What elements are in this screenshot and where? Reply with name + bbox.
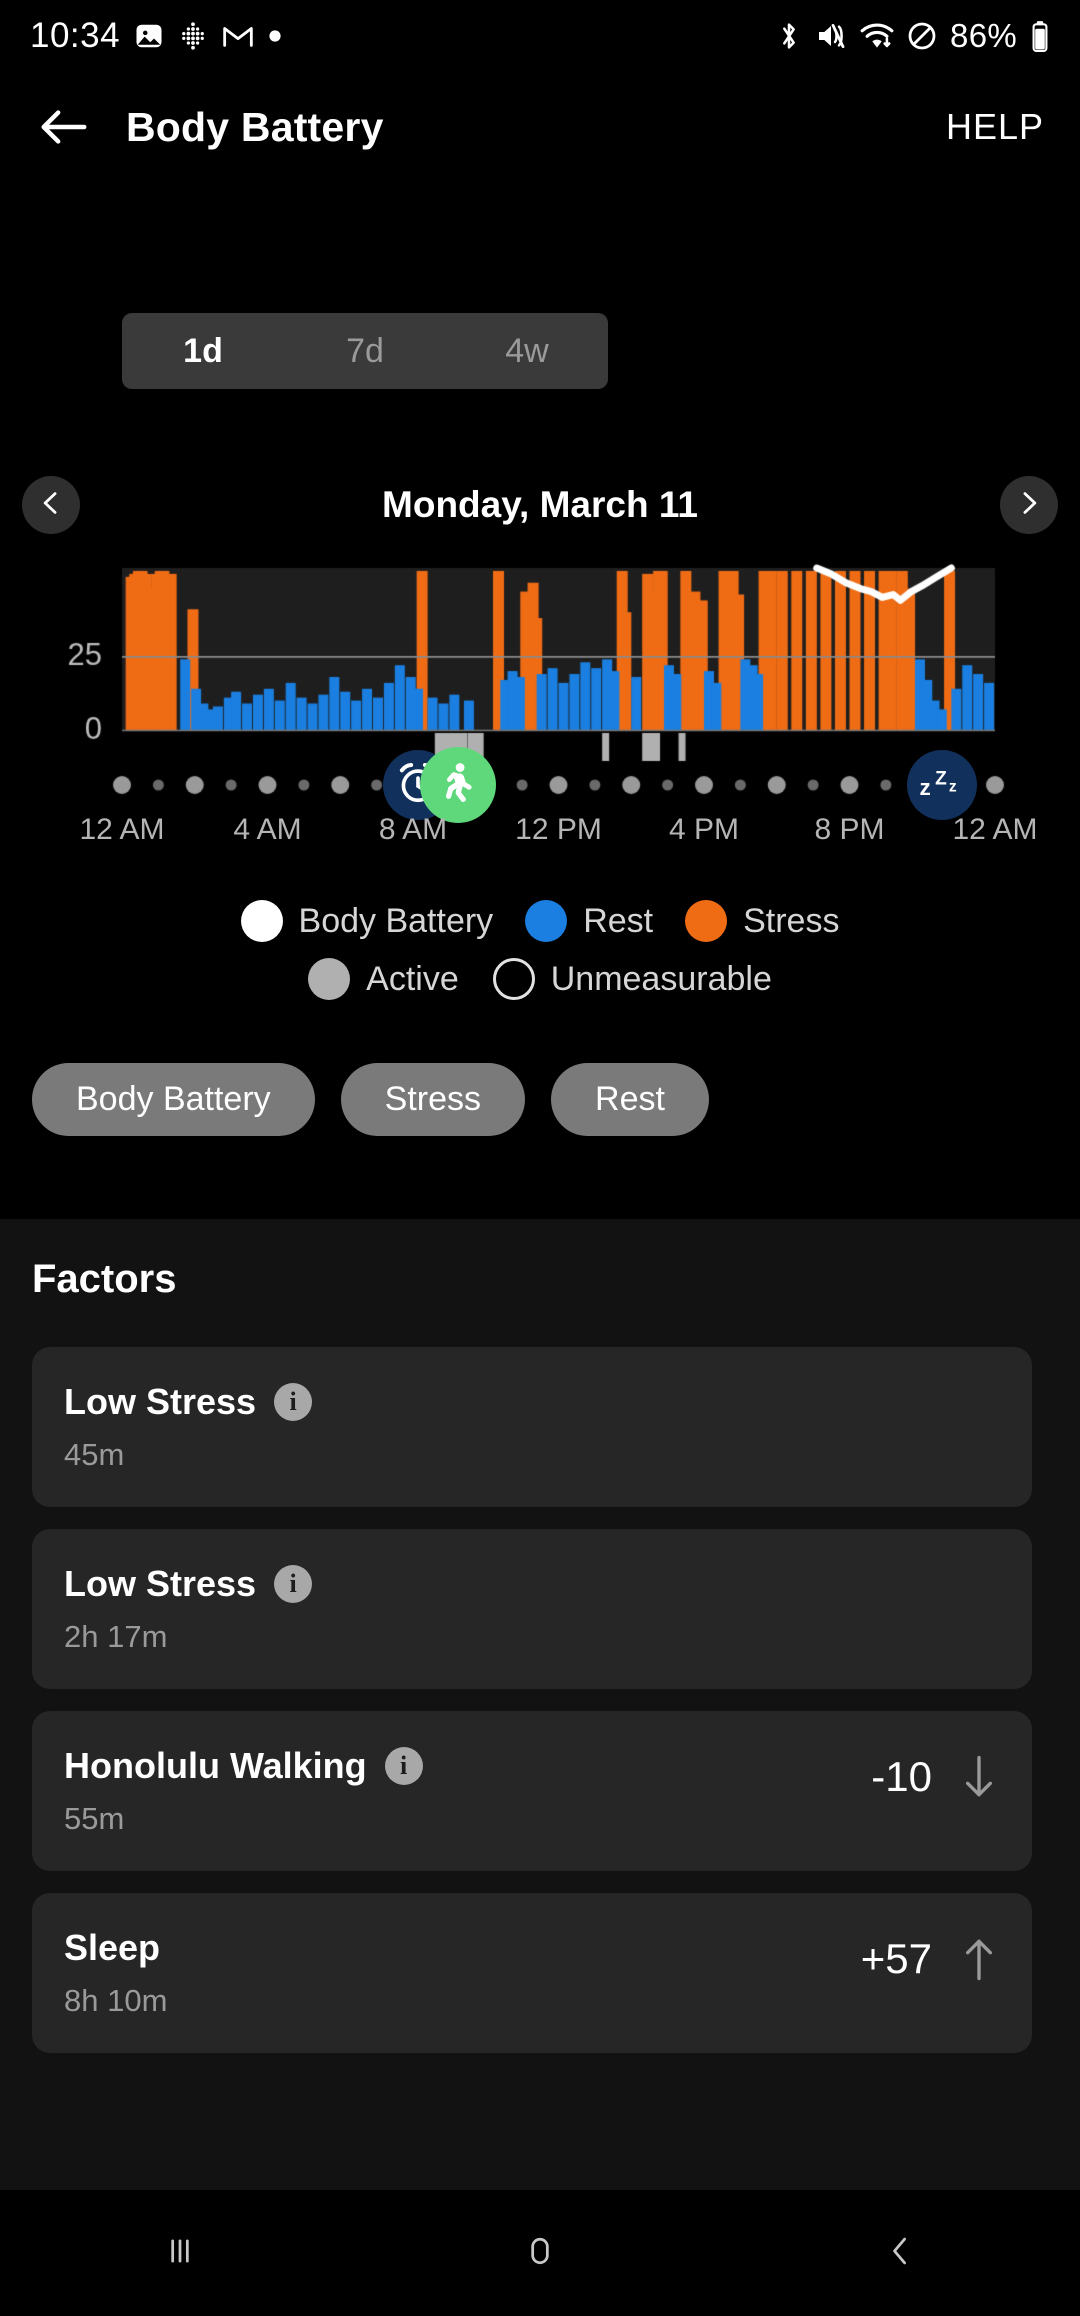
image-icon bbox=[134, 21, 164, 51]
gmail-icon bbox=[222, 21, 254, 51]
svg-text:z: z bbox=[949, 778, 957, 795]
factor-title-row: Sleep bbox=[64, 1927, 167, 1969]
back-arrow-icon[interactable] bbox=[36, 100, 90, 154]
factors-heading: Factors bbox=[32, 1257, 177, 1301]
factor-duration: 2h 17m bbox=[64, 1619, 168, 1654]
factor-duration: 8h 10m bbox=[64, 1983, 168, 2018]
factor-card[interactable]: Sleep 8h 10m +57 bbox=[32, 1893, 1032, 2053]
factors-list: Low Stress i 45m Low Stress i 2h 17m Honolulu … bbox=[32, 1347, 1048, 2075]
legend-label-active: Active bbox=[366, 959, 459, 998]
back-icon bbox=[878, 2229, 922, 2278]
range-option-1d[interactable]: 1d bbox=[122, 313, 284, 389]
legend-label-body-battery: Body Battery bbox=[298, 901, 494, 940]
info-icon[interactable]: i bbox=[274, 1383, 313, 1421]
range-option-7d[interactable]: 7d bbox=[284, 313, 446, 389]
chip-body-battery[interactable]: Body Battery bbox=[32, 1063, 315, 1136]
sleep-zzz-icon: zZz bbox=[916, 760, 968, 811]
range-selector: 1d 7d 4w bbox=[122, 313, 608, 389]
factor-value-group: +57 bbox=[861, 1927, 996, 1983]
legend-item-body-battery: Body Battery bbox=[240, 900, 494, 942]
next-day-button[interactable] bbox=[1000, 476, 1058, 534]
chevron-left-icon bbox=[38, 490, 64, 521]
factor-card[interactable]: Honolulu Walking i 55m -10 bbox=[32, 1711, 1032, 1871]
do-not-disturb-icon bbox=[907, 21, 937, 51]
battery-percent-label: 86% bbox=[950, 17, 1017, 54]
x-axis-tick-label: 12 AM bbox=[952, 813, 1038, 846]
arrow-down-icon bbox=[962, 1754, 996, 1800]
factors-section: Factors Low Stress i 45m Low Stress i 2h 17m H… bbox=[0, 1219, 1080, 2192]
legend-swatch-rest bbox=[525, 900, 568, 942]
selected-date-label: Monday, March 11 bbox=[382, 484, 698, 525]
app-bar: Body Battery HELP bbox=[0, 72, 1080, 182]
factor-name: Sleep bbox=[64, 1927, 161, 1968]
chevron-right-icon bbox=[1016, 490, 1042, 521]
timeline-marker-activity[interactable] bbox=[420, 747, 497, 823]
android-navigation-bar bbox=[0, 2190, 1080, 2316]
bluetooth-icon bbox=[776, 20, 802, 52]
factor-card-info: Low Stress i 2h 17m bbox=[64, 1563, 313, 1655]
help-button[interactable]: HELP bbox=[946, 106, 1044, 148]
previous-day-button[interactable] bbox=[22, 476, 80, 534]
svg-text:Z: Z bbox=[935, 768, 947, 789]
factor-card-info: Low Stress i 45m bbox=[64, 1381, 313, 1473]
factor-name: Low Stress bbox=[64, 1563, 257, 1604]
wifi-icon bbox=[860, 21, 894, 51]
chart-legend: Body Battery Rest Stress Active Unmeasur… bbox=[0, 900, 1080, 1000]
info-icon[interactable]: i bbox=[384, 1747, 423, 1785]
date-navigator: Monday, March 11 bbox=[0, 472, 1080, 538]
legend-swatch-stress bbox=[685, 900, 728, 942]
legend-item-stress: Stress bbox=[685, 900, 839, 942]
back-button[interactable] bbox=[720, 2229, 1080, 2278]
dot-icon bbox=[268, 29, 282, 43]
factor-title-row: Low Stress i bbox=[64, 1563, 313, 1605]
dots-grid-icon bbox=[178, 21, 208, 51]
factor-duration: 45m bbox=[64, 1437, 125, 1472]
factor-card[interactable]: Low Stress i 2h 17m bbox=[32, 1529, 1032, 1689]
factor-value: +57 bbox=[860, 1935, 932, 1982]
page-title: Body Battery bbox=[126, 103, 384, 150]
legend-label-unmeasurable: Unmeasurable bbox=[550, 959, 772, 998]
info-icon[interactable]: i bbox=[274, 1565, 313, 1603]
legend-swatch-body-battery bbox=[240, 900, 283, 942]
home-button[interactable] bbox=[360, 2229, 720, 2278]
svg-text:z: z bbox=[920, 775, 931, 800]
battery-icon bbox=[1030, 20, 1050, 53]
recents-icon bbox=[158, 2229, 202, 2278]
legend-swatch-active bbox=[308, 958, 351, 1000]
chip-stress[interactable]: Stress bbox=[340, 1063, 526, 1136]
mute-icon bbox=[815, 21, 847, 51]
legend-label-stress: Stress bbox=[743, 901, 840, 940]
legend-label-rest: Rest bbox=[583, 901, 654, 940]
factor-card-info: Sleep 8h 10m bbox=[64, 1927, 167, 2019]
legend-swatch-unmeasurable bbox=[492, 958, 535, 1000]
arrow-up-icon bbox=[962, 1936, 996, 1982]
factor-value-group: -10 bbox=[871, 1745, 996, 1801]
factor-name: Honolulu Walking bbox=[64, 1745, 367, 1786]
status-bar-right: 86% bbox=[776, 17, 1050, 55]
status-bar-left: 10:34 bbox=[30, 16, 282, 56]
factor-title-row: Low Stress i bbox=[64, 1381, 313, 1423]
legend-item-unmeasurable: Unmeasurable bbox=[492, 958, 772, 1000]
legend-item-rest: Rest bbox=[525, 900, 653, 942]
status-bar: 10:34 86% bbox=[0, 0, 1080, 72]
factor-value: -10 bbox=[871, 1753, 932, 1800]
factor-card-info: Honolulu Walking i 55m bbox=[64, 1745, 423, 1837]
walking-person-icon bbox=[435, 760, 481, 811]
range-option-4w[interactable]: 4w bbox=[446, 313, 608, 389]
metric-chip-row: Body Battery Stress Rest bbox=[32, 1063, 709, 1136]
legend-item-active: Active bbox=[308, 958, 459, 1000]
factor-title-row: Honolulu Walking i bbox=[64, 1745, 423, 1787]
chip-rest[interactable]: Rest bbox=[551, 1063, 709, 1136]
timeline-marker-sleep[interactable]: zZz bbox=[907, 750, 978, 820]
factor-name: Low Stress bbox=[64, 1381, 257, 1422]
recents-button[interactable] bbox=[0, 2229, 360, 2278]
status-bar-clock: 10:34 bbox=[30, 16, 121, 55]
factor-card[interactable]: Low Stress i 45m bbox=[32, 1347, 1032, 1507]
home-icon bbox=[518, 2229, 562, 2278]
factor-duration: 55m bbox=[64, 1801, 125, 1836]
